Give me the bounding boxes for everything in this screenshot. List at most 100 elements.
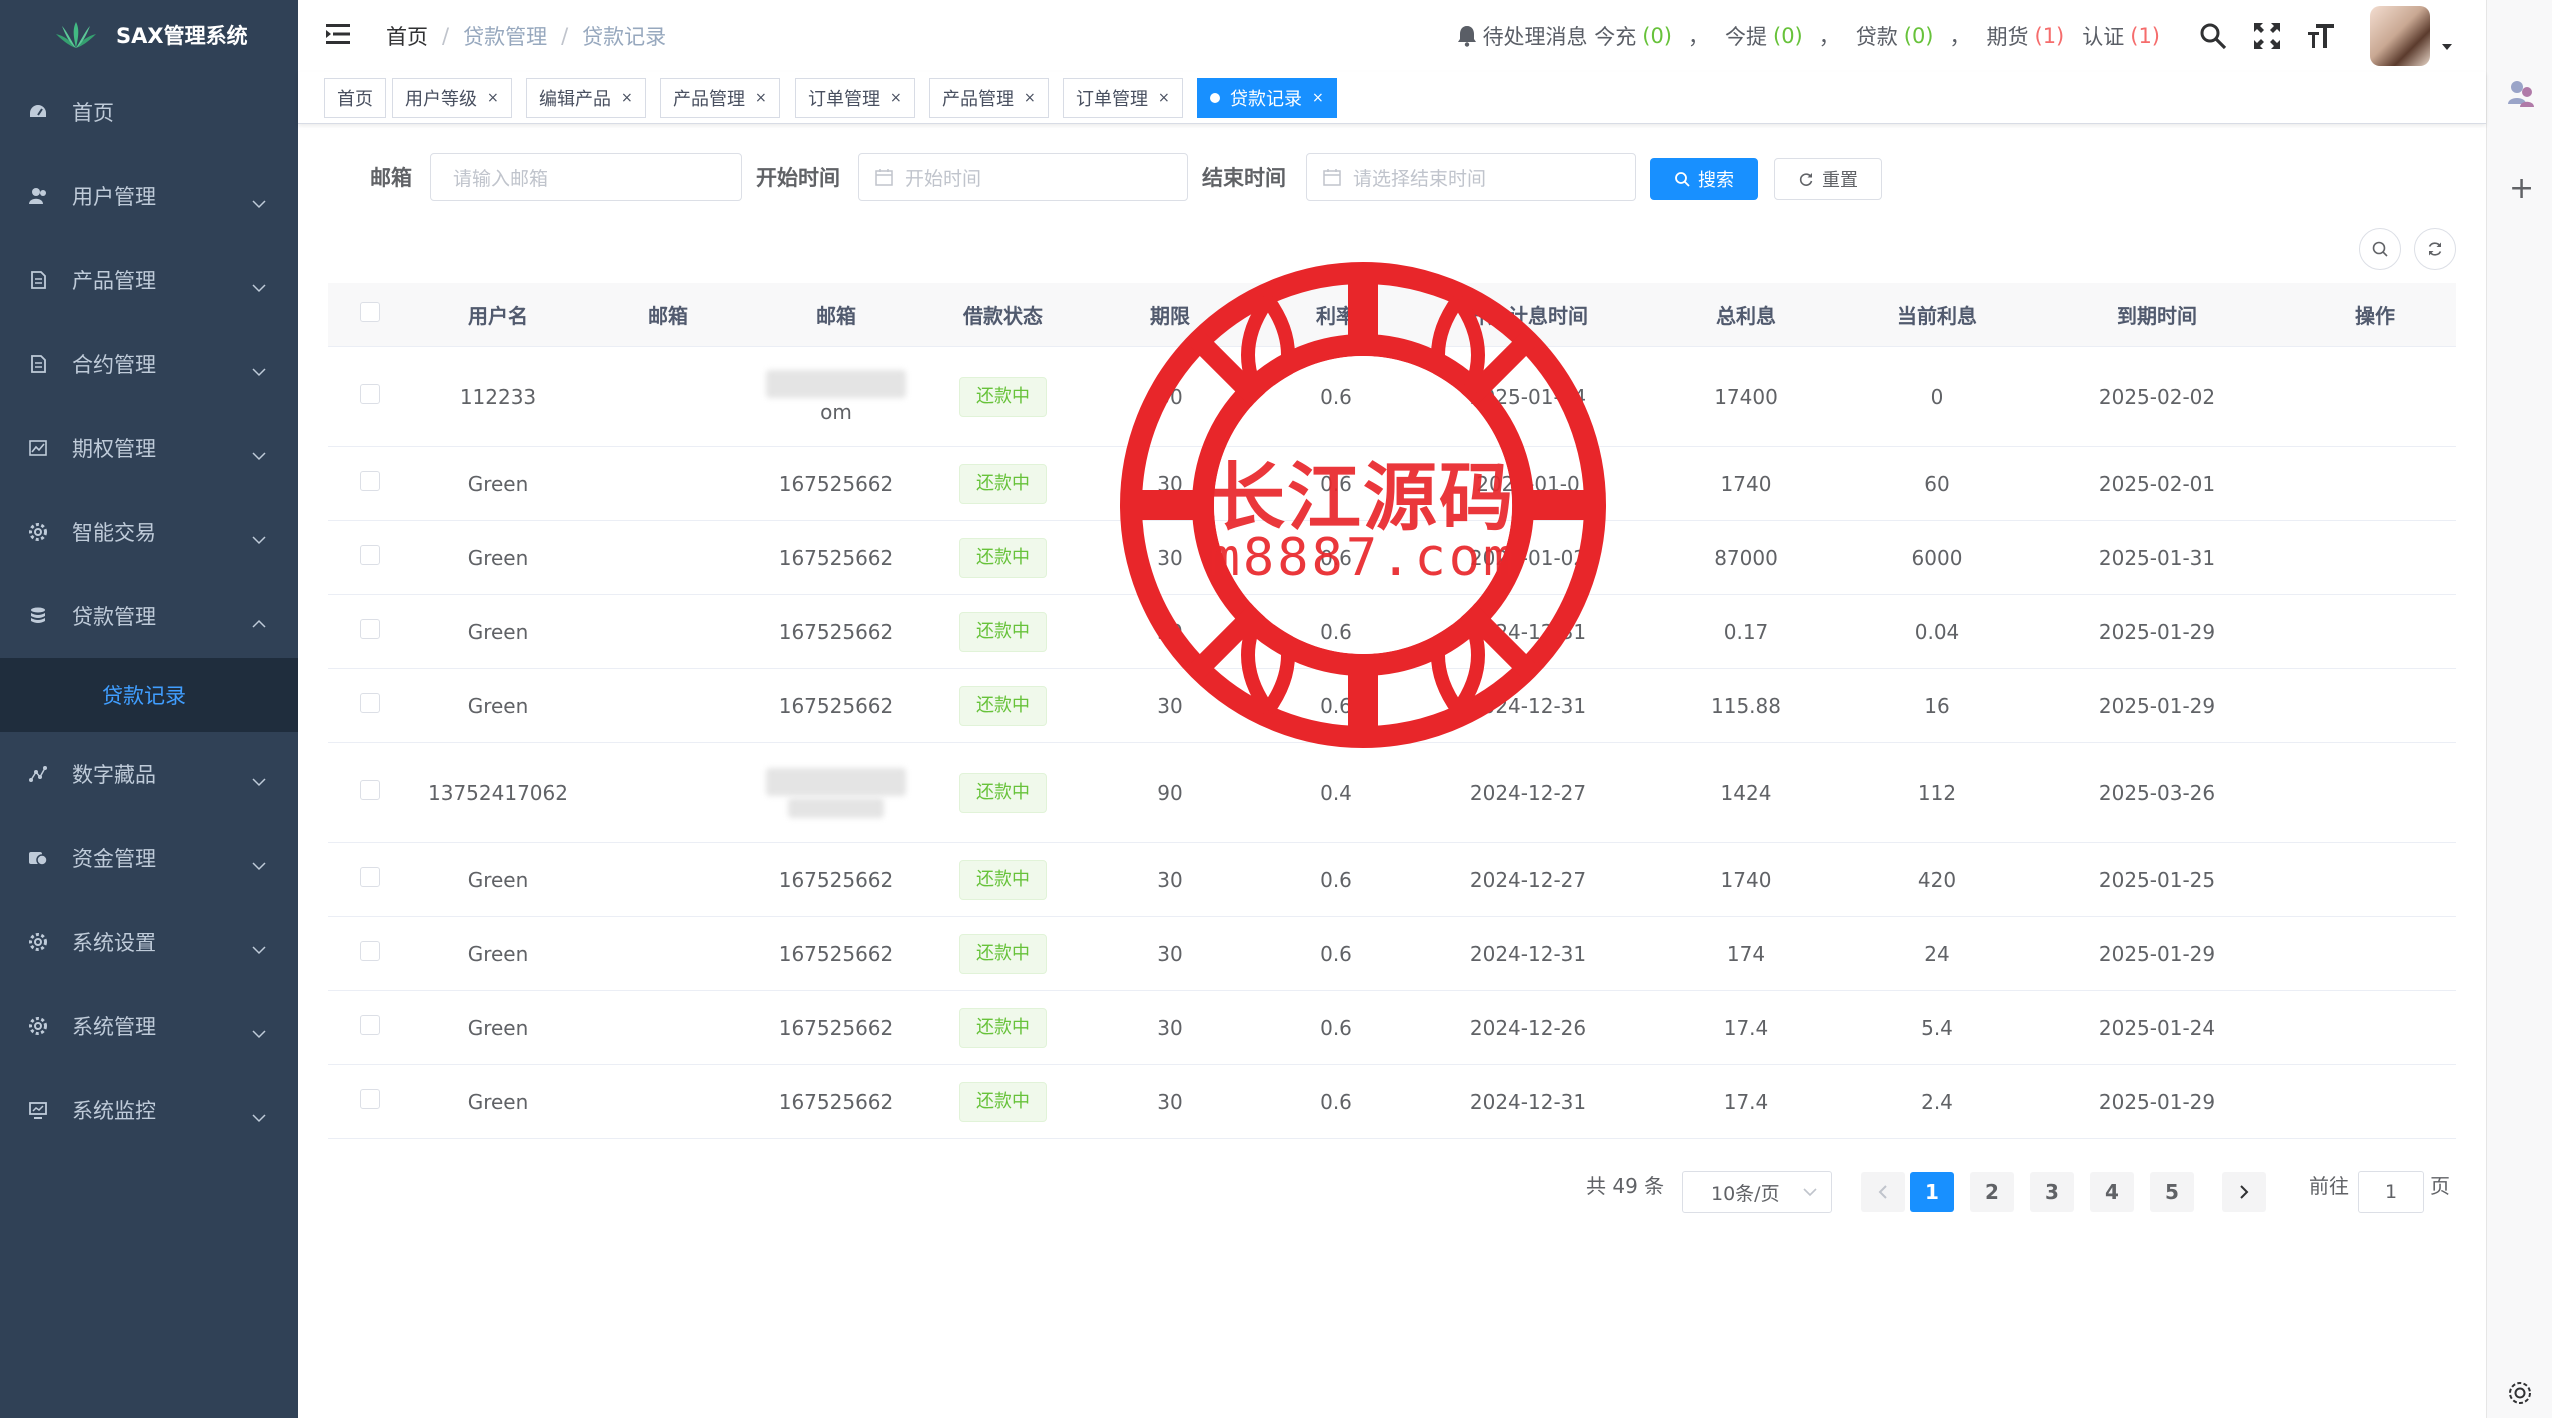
tag-item[interactable]: 首页 [324, 78, 386, 118]
toggle-search-button[interactable] [2359, 228, 2401, 270]
table-row[interactable]: Green 167525662 还款中 30 0.6 2024-12-27 1740 420 2… [328, 843, 2456, 917]
sidebar-item[interactable]: 贷款管理 [0, 574, 298, 658]
row-checkbox[interactable] [360, 471, 380, 491]
row-checkbox[interactable] [360, 384, 380, 404]
sidebar-item[interactable]: 数字藏品 [0, 732, 298, 816]
breadcrumb-home[interactable]: 首页 [386, 21, 428, 51]
sidebar-item[interactable]: 系统管理 [0, 984, 298, 1068]
breadcrumb-parent[interactable]: 贷款管理 [463, 21, 547, 51]
comma: ， [1949, 25, 1971, 49]
sidebar-item[interactable]: 用户管理 [0, 154, 298, 238]
sidebar-item[interactable]: 系统设置 [0, 900, 298, 984]
row-select-cell [328, 867, 412, 892]
table-row[interactable]: Green 167525662 还款中 30 0.6 2024-12-26 17.4 5.4 2… [328, 991, 2456, 1065]
tag-label: 订单管理 [808, 89, 880, 110]
graph-icon [28, 764, 48, 784]
sidebar-item[interactable]: 资金管理 [0, 816, 298, 900]
table-row[interactable]: Green 167525662 还款中 30 0.6 2024-12-31 174 24 202… [328, 917, 2456, 991]
column-header: 利率 [1316, 304, 1356, 328]
goto-page-input[interactable]: 1 [2358, 1171, 2424, 1213]
page-number-button[interactable]: 4 [2090, 1172, 2134, 1212]
column-header: 借款状态 [963, 304, 1043, 328]
table-row[interactable]: 112233 om 还款中 30 0.6 2025-01-04 17400 0 2025-02-… [328, 347, 2456, 447]
hamburger-icon[interactable] [326, 22, 352, 50]
chevron-left-icon [1878, 1185, 1887, 1199]
row-checkbox[interactable] [360, 1089, 380, 1109]
row-checkbox[interactable] [360, 1015, 380, 1035]
close-icon[interactable]: × [1158, 90, 1170, 106]
status-badge: 还款中 [959, 1007, 1047, 1048]
table-row[interactable]: Green 167525662 还款中 30 0.6 2025-01-02 87000 600… [328, 521, 2456, 595]
email-input[interactable]: 请输入邮箱 [430, 153, 742, 201]
auth-count: (1) [2130, 24, 2160, 48]
close-icon[interactable]: × [890, 90, 902, 106]
table-row[interactable]: 13752417062 还款中 90 0.4 2024-12-27 1424 112 2025… [328, 743, 2456, 843]
tag-item[interactable]: 用户等级 × [392, 78, 512, 118]
tag-item[interactable]: 产品管理 × [660, 78, 780, 118]
refresh-button[interactable] [2414, 228, 2456, 270]
cell-current: 5.4 [1921, 1015, 1953, 1040]
avatar-caret-icon[interactable] [2442, 44, 2452, 50]
close-icon[interactable]: × [487, 90, 499, 106]
row-select-cell [328, 1015, 412, 1040]
sidebar-item[interactable]: 首页 [0, 70, 298, 154]
page-number-button[interactable]: 2 [1970, 1172, 2014, 1212]
calendar-icon [1323, 169, 1341, 186]
reset-button[interactable]: 重置 [1774, 158, 1882, 200]
pending-messages[interactable]: 待处理消息 今充 (0) ， 今提 (0) ， 贷款 (0) ， 期货 (1) … [1457, 21, 2160, 51]
cell-total: 1740 [1720, 867, 1772, 892]
fullscreen-icon[interactable] [2253, 22, 2281, 50]
sidebar-item-label: 产品管理 [72, 269, 156, 293]
cell-total: 87000 [1714, 545, 1778, 570]
close-icon[interactable]: × [1024, 90, 1036, 106]
user-switch-icon[interactable] [2507, 78, 2535, 112]
row-checkbox[interactable] [360, 619, 380, 639]
cell-start: 2024-12-31 [1469, 1089, 1587, 1114]
sidebar-item[interactable]: 期权管理 [0, 406, 298, 490]
sidebar: SAX管理系统 首页 用户管理产品管理合约管理 期权管理 智能交易 贷款管理 贷款记录 数字… [0, 0, 298, 1418]
select-all-checkbox[interactable] [360, 302, 380, 322]
row-checkbox[interactable] [360, 867, 380, 887]
tag-item[interactable]: 订单管理 × [795, 78, 915, 118]
status-badge: 还款中 [959, 685, 1047, 726]
sidebar-item[interactable]: 产品管理 [0, 238, 298, 322]
end-time-picker[interactable]: 请选择结束时间 [1306, 153, 1636, 201]
table-row[interactable]: Green 167525662 还款中 30 0.6 2024-12-31 17.4 2.4 2… [328, 1065, 2456, 1139]
next-page-button[interactable] [2222, 1172, 2266, 1212]
sidebar-item[interactable]: 合约管理 [0, 322, 298, 406]
tag-item[interactable]: 编辑产品 × [526, 78, 646, 118]
close-icon[interactable]: × [1312, 90, 1324, 106]
row-checkbox[interactable] [360, 780, 380, 800]
search-button[interactable]: 搜索 [1650, 158, 1758, 200]
close-icon[interactable]: × [755, 90, 767, 106]
logo: SAX管理系统 [0, 0, 298, 70]
settings-icon[interactable] [2507, 1380, 2533, 1410]
page-number-button[interactable]: 5 [2150, 1172, 2194, 1212]
avatar[interactable] [2370, 6, 2430, 66]
table-row[interactable]: Green 167525662 还款中 30 0.6 2024-12-31 115.88 16… [328, 669, 2456, 743]
page-number-button[interactable]: 1 [1910, 1172, 1954, 1212]
search-icon[interactable] [2199, 22, 2227, 50]
close-icon[interactable]: × [621, 90, 633, 106]
page-size-select[interactable]: 10条/页 [1682, 1171, 1832, 1213]
cell-due: 2025-01-25 [2098, 867, 2216, 892]
tag-item[interactable]: 产品管理 × [929, 78, 1049, 118]
tag-item[interactable]: 订单管理 × [1063, 78, 1183, 118]
prev-page-button[interactable] [1861, 1172, 1905, 1212]
row-checkbox[interactable] [360, 693, 380, 713]
font-size-icon[interactable] [2307, 22, 2335, 50]
page-number-button[interactable]: 3 [2030, 1172, 2074, 1212]
sidebar-subitem-loan-records[interactable]: 贷款记录 [0, 658, 298, 732]
status-cell: 还款中 [920, 859, 1086, 900]
plus-icon[interactable]: + [2509, 174, 2534, 204]
sidebar-item[interactable]: 智能交易 [0, 490, 298, 574]
row-checkbox[interactable] [360, 545, 380, 565]
row-checkbox[interactable] [360, 941, 380, 961]
tag-item-active[interactable]: 贷款记录 × [1197, 78, 1337, 118]
table-row[interactable]: Green 167525662 还款中 30 0.6 2025-01-0 1740 60 202… [328, 447, 2456, 521]
start-time-picker[interactable]: 开始时间 [858, 153, 1188, 201]
comma: ， [1818, 25, 1840, 49]
table-row[interactable]: Green 167525662 还款中 30 0.6 2024-12-31 0.17 0.04… [328, 595, 2456, 669]
sidebar-item[interactable]: 系统监控 [0, 1068, 298, 1152]
row-select-cell [328, 384, 412, 409]
